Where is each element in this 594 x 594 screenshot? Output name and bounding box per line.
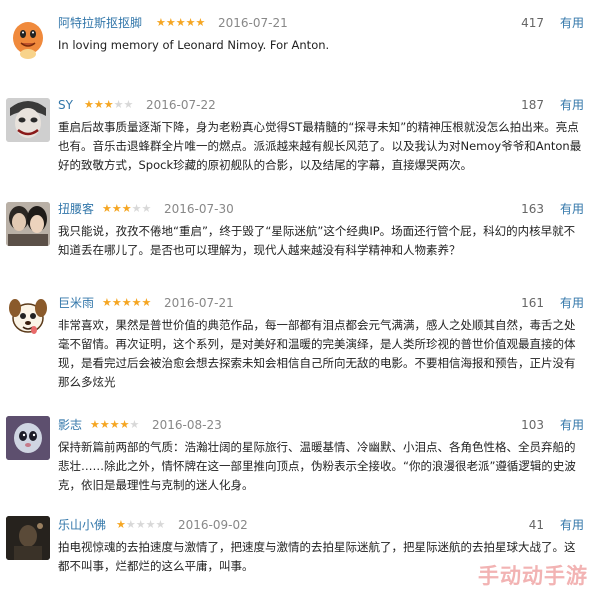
review-text: 非常喜欢，果然是普世价值的典范作品，每一部都有泪点都会元气满满，感人之处顺其自然…	[58, 318, 576, 389]
review-item: 阿特拉斯抠抠脚 ★★★★★ 2016-07-21 417 有用 In lovin…	[0, 14, 594, 60]
review-date: 2016-07-30	[164, 202, 234, 216]
username-link[interactable]: SY	[58, 96, 73, 114]
username-link[interactable]: 阿特拉斯抠抠脚	[58, 14, 142, 32]
dog-avatar[interactable]	[6, 294, 50, 338]
review-meta: 巨米雨 ★★★★★ 2016-07-21 161 有用	[58, 294, 588, 312]
review-meta: 扭腰客 ★★★★★ 2016-07-30 163 有用	[58, 200, 588, 218]
review-text: In loving memory of Leonard Nimoy. For A…	[58, 38, 330, 52]
review-item: SY ★★★★★ 2016-07-22 187 有用 重启后故事质量逐渐下降，身…	[0, 96, 594, 176]
useful-button[interactable]: 有用	[560, 200, 584, 218]
username-link[interactable]: 扭腰客	[58, 200, 94, 218]
rating-stars: ★★★★★	[102, 296, 152, 309]
charmander-avatar[interactable]	[6, 16, 50, 60]
review-text: 保持新篇前两部的气质：浩瀚壮阔的星际旅行、温暖基情、冷幽默、小泪点、各角色性格、…	[58, 440, 576, 492]
useful-button[interactable]: 有用	[560, 96, 584, 114]
useful-button[interactable]: 有用	[560, 416, 584, 434]
review-item: 影志 ★★★★★ 2016-08-23 103 有用 保持新篇前两部的气质：浩瀚…	[0, 416, 594, 496]
vote-count: 41	[528, 518, 544, 532]
review-text: 我只能说，孜孜不倦地“重启”，终于毁了“星际迷航”这个经典IP。场面还行管个屁，…	[58, 224, 576, 257]
useful-button[interactable]: 有用	[560, 294, 584, 312]
vote-count: 417	[521, 16, 544, 30]
review-meta: 影志 ★★★★★ 2016-08-23 103 有用	[58, 416, 588, 434]
joker-avatar[interactable]	[6, 98, 50, 142]
username-link[interactable]: 乐山小佛	[58, 516, 106, 534]
review-item: 扭腰客 ★★★★★ 2016-07-30 163 有用 我只能说，孜孜不倦地“重…	[0, 200, 594, 262]
watermark-logo: 手动动手游	[478, 564, 588, 588]
review-meta: 阿特拉斯抠抠脚 ★★★★★ 2016-07-21 417 有用	[58, 14, 588, 32]
useful-button[interactable]: 有用	[560, 14, 584, 32]
review-item: 巨米雨 ★★★★★ 2016-07-21 161 有用 非常喜欢，果然是普世价值…	[0, 294, 594, 392]
rating-stars: ★★★★★	[116, 518, 166, 531]
ghost-avatar[interactable]	[6, 416, 50, 460]
vote-count: 161	[521, 296, 544, 310]
rating-stars: ★★★★★	[102, 202, 152, 215]
review-date: 2016-07-22	[146, 98, 216, 112]
review-date: 2016-09-02	[178, 518, 248, 532]
vote-count: 103	[521, 418, 544, 432]
review-meta: 乐山小佛 ★★★★★ 2016-09-02 41 有用	[58, 516, 588, 534]
review-date: 2016-08-23	[152, 418, 222, 432]
username-link[interactable]: 巨米雨	[58, 294, 94, 312]
review-date: 2016-07-21	[218, 16, 288, 30]
couple-avatar[interactable]	[6, 202, 50, 246]
username-link[interactable]: 影志	[58, 416, 82, 434]
rating-stars: ★★★★★	[156, 16, 206, 29]
vote-count: 187	[521, 98, 544, 112]
rating-stars: ★★★★★	[90, 418, 140, 431]
review-date: 2016-07-21	[164, 296, 234, 310]
rating-stars: ★★★★★	[84, 98, 134, 111]
useful-button[interactable]: 有用	[560, 516, 584, 534]
review-text: 重启后故事质量逐渐下降，身为老粉真心觉得ST最精髓的“探寻未知”的精神压根就没怎…	[58, 120, 582, 172]
dark-avatar[interactable]	[6, 516, 50, 560]
vote-count: 163	[521, 202, 544, 216]
review-meta: SY ★★★★★ 2016-07-22 187 有用	[58, 96, 588, 114]
